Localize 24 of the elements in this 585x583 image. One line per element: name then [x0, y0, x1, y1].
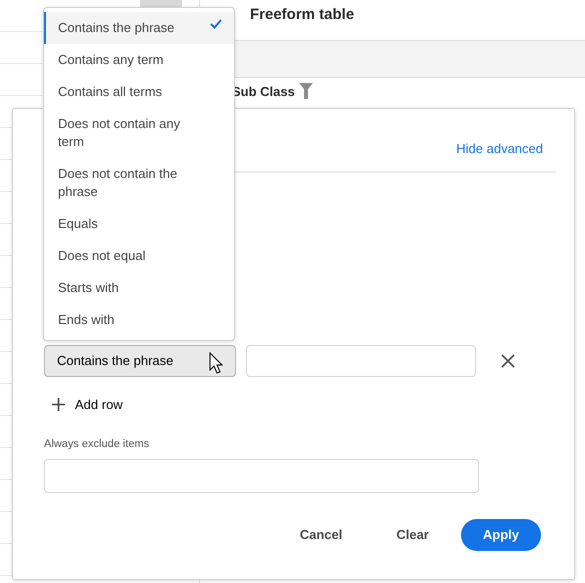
menu-option[interactable]: Contains all terms [44, 76, 234, 108]
menu-option[interactable]: Starts with [44, 272, 234, 304]
plus-icon [52, 398, 65, 411]
exclude-field[interactable] [44, 458, 479, 492]
cursor-icon [209, 352, 223, 374]
menu-option[interactable]: Contains any term [44, 44, 234, 76]
menu-option[interactable]: Equals [44, 208, 234, 240]
field-label: Always exclude items [44, 437, 150, 452]
check-icon [210, 19, 222, 29]
menu-option[interactable]: Does not contain the phrase [44, 158, 234, 208]
filter-icon[interactable] [298, 83, 313, 100]
panel-title: Freeform table [250, 5, 356, 25]
add-row-button[interactable]: Add row [52, 390, 123, 418]
menu-option[interactable]: Ends with [44, 304, 234, 336]
menu-option[interactable]: Contains the phrase [44, 12, 234, 44]
hide-advanced-link[interactable]: Hide advanced [456, 139, 543, 158]
value-field[interactable] [246, 344, 476, 376]
close-icon [501, 354, 515, 368]
apply-button[interactable]: Apply [460, 518, 541, 550]
text-button[interactable]: Cancel [278, 518, 364, 550]
text-button[interactable]: Clear [374, 518, 451, 550]
operator-select[interactable]: Contains the phrase [44, 344, 236, 376]
menu-option[interactable]: Does not equal [44, 240, 234, 272]
menu-option[interactable]: Does not contain any term [44, 108, 234, 158]
